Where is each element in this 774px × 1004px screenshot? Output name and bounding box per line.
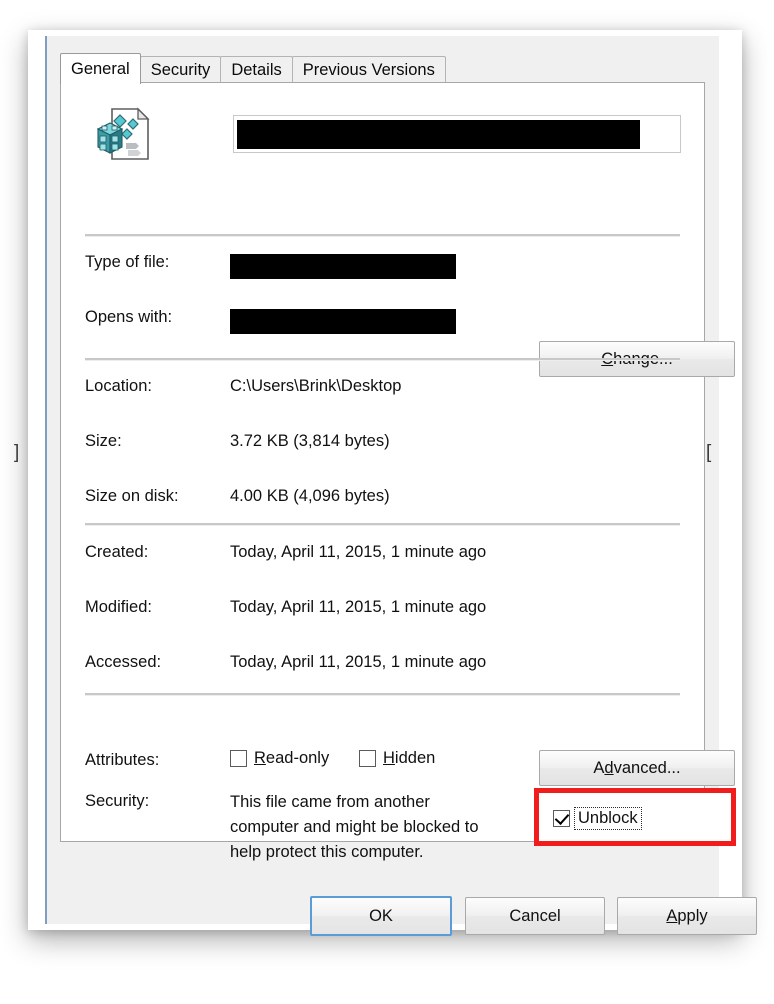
value-modified: Today, April 11, 2015, 1 minute ago — [230, 598, 487, 616]
tab-general[interactable]: General — [60, 53, 141, 84]
advanced-button-accel: d — [604, 759, 614, 777]
row-accessed: Accessed: Today, April 11, 2015, 1 minut… — [61, 653, 704, 679]
separator-1 — [85, 234, 680, 237]
row-modified: Modified: Today, April 11, 2015, 1 minut… — [61, 598, 704, 624]
registry-file-icon — [92, 103, 154, 165]
row-size: Size: 3.72 KB (3,814 bytes) — [61, 432, 704, 458]
tab-details[interactable]: Details — [220, 56, 293, 83]
hidden-label: Hidden — [383, 749, 436, 767]
label-modified: Modified: — [85, 598, 152, 616]
unblock-label: Unblock — [574, 807, 642, 830]
row-created: Created: Today, April 11, 2015, 1 minute… — [61, 543, 704, 569]
value-location: C:\Users\Brink\Desktop — [230, 377, 402, 395]
general-tab-panel: Type of file: Opens with: Change... Loca… — [60, 82, 736, 861]
value-size-on-disk: 4.00 KB (4,096 bytes) — [230, 487, 390, 505]
value-size: 3.72 KB (3,814 bytes) — [230, 432, 390, 450]
row-opens-with: Opens with: — [61, 308, 704, 334]
cancel-button[interactable]: Cancel — [465, 897, 605, 935]
unblock-checkbox-box[interactable] — [553, 810, 570, 827]
separator-3 — [85, 523, 680, 526]
hidden-checkbox-box[interactable] — [359, 750, 376, 767]
hidden-checkbox[interactable]: Hidden — [359, 749, 435, 768]
advanced-button-post: vanced... — [613, 759, 681, 777]
read-only-label: Read-only — [254, 749, 330, 767]
file-name-redaction-bar — [237, 120, 640, 149]
apply-button-accel: A — [666, 907, 678, 925]
tab-strip: General Security Details Previous Versio… — [60, 53, 705, 84]
label-attributes: Attributes: — [85, 751, 160, 769]
unblock-red-highlight: Unblock — [534, 788, 736, 846]
row-size-on-disk: Size on disk: 4.00 KB (4,096 bytes) — [61, 487, 704, 513]
file-header-row — [61, 97, 704, 179]
read-only-checkbox-box[interactable] — [230, 750, 247, 767]
apply-button[interactable]: Apply — [617, 897, 757, 935]
tab-previous-versions[interactable]: Previous Versions — [291, 56, 446, 83]
value-created: Today, April 11, 2015, 1 minute ago — [230, 543, 487, 561]
file-properties-dialog: General Security Details Previous Versio… — [47, 36, 757, 936]
advanced-button[interactable]: Advanced... — [539, 750, 735, 786]
file-name-input[interactable] — [233, 115, 681, 153]
label-type-of-file: Type of file: — [85, 253, 170, 271]
separator-2 — [85, 358, 680, 361]
label-size: Size: — [85, 432, 122, 450]
row-type-of-file: Type of file: — [61, 253, 704, 279]
unblock-checkbox[interactable]: Unblock — [553, 807, 642, 830]
apply-button-label: pply — [677, 907, 708, 925]
label-opens-with: Opens with: — [85, 308, 173, 326]
opens-with-redaction-bar — [230, 309, 456, 334]
type-of-file-redaction-bar — [230, 254, 456, 279]
tab-security[interactable]: Security — [139, 56, 222, 83]
label-security: Security: — [85, 792, 150, 810]
ok-button[interactable]: OK — [310, 896, 452, 936]
row-location: Location: C:\Users\Brink\Desktop — [61, 377, 704, 403]
read-only-checkbox[interactable]: Read-only — [230, 749, 329, 768]
label-created: Created: — [85, 543, 149, 561]
value-accessed: Today, April 11, 2015, 1 minute ago — [230, 653, 487, 671]
security-description: This file came from another computer and… — [230, 793, 479, 861]
edge-bracket-left: ] — [14, 442, 20, 463]
label-size-on-disk: Size on disk: — [85, 487, 179, 505]
advanced-button-pre: A — [593, 759, 605, 777]
separator-4 — [85, 693, 680, 696]
label-location: Location: — [85, 377, 152, 395]
edge-bracket-right: [ — [706, 442, 712, 463]
label-accessed: Accessed: — [85, 653, 162, 671]
